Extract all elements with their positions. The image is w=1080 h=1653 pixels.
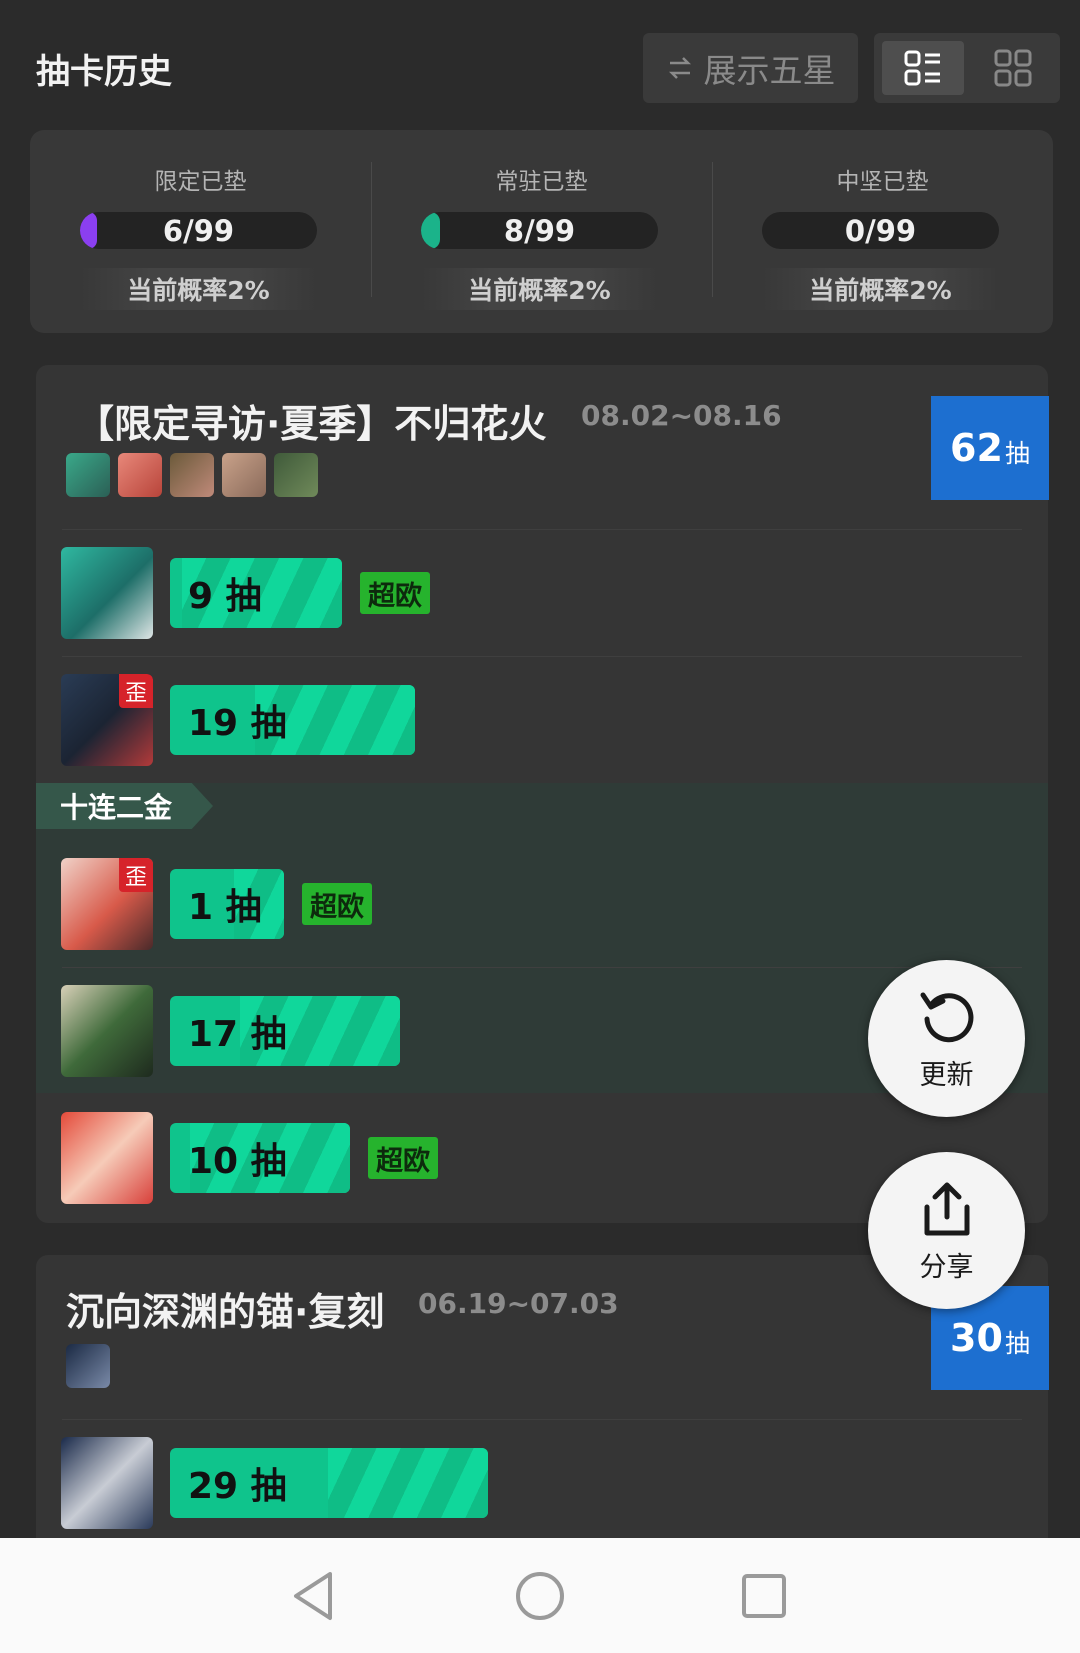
- banner-name: 沉向深渊的锚·复刻: [66, 1290, 385, 1334]
- pity-label: 常驻已垫: [495, 169, 588, 195]
- view-switch: [874, 33, 1060, 103]
- pull-row[interactable]: 29 抽: [36, 1420, 1048, 1546]
- pull-count-bar: 29 抽: [170, 1448, 488, 1518]
- character-thumbnail: [66, 453, 110, 497]
- total-pulls-badge: 62 抽: [931, 396, 1049, 500]
- recents-button[interactable]: [734, 1566, 794, 1626]
- character-thumbnail: [222, 453, 266, 497]
- page-title: 抽卡历史: [36, 52, 172, 92]
- off-banner-badge: 歪: [119, 674, 153, 708]
- pull-count: 29 抽: [188, 1466, 287, 1507]
- character-avatar: 歪: [61, 858, 153, 950]
- list-view-icon: [904, 50, 940, 86]
- swap-icon: [668, 57, 691, 79]
- home-icon: [516, 1572, 564, 1620]
- pull-count: 1 抽: [188, 887, 262, 928]
- pull-count-bar: 10 抽: [170, 1123, 350, 1193]
- pity-value: 8/99: [503, 213, 576, 248]
- pity-rate: 当前概率2%: [80, 268, 317, 310]
- list-view-button[interactable]: [882, 41, 964, 95]
- recents-icon: [742, 1574, 786, 1618]
- share-icon: [924, 1182, 969, 1236]
- refresh-button[interactable]: 更新: [868, 960, 1025, 1117]
- banner-card[interactable]: 沉向深渊的锚·复刻 06.19~07.03 30 抽 29 抽: [36, 1255, 1049, 1555]
- lucky-badge: 超欧: [360, 572, 430, 614]
- lucky-badge: 超欧: [302, 883, 372, 925]
- pity-limited: 限定已垫 6/99 当前概率2%: [30, 130, 371, 333]
- character-avatar: [61, 985, 153, 1077]
- character-thumbnail: [66, 1344, 110, 1388]
- total-pulls-unit: 抽: [1004, 1329, 1030, 1358]
- character-avatar: [61, 1112, 153, 1204]
- pity-progress-bar: 0/99: [762, 212, 999, 249]
- pull-row[interactable]: 9 抽 超欧: [36, 530, 1048, 656]
- character-avatar: [61, 547, 153, 639]
- show-five-star-toggle[interactable]: 展示五星: [643, 33, 858, 103]
- total-pulls: 62: [950, 426, 1003, 470]
- pity-standard: 常驻已垫 8/99 当前概率2%: [371, 130, 712, 333]
- pull-count-bar: 1 抽: [170, 869, 284, 939]
- character-thumbnail: [170, 453, 214, 497]
- banner-dates: 06.19~07.03: [418, 1287, 619, 1320]
- pull-row[interactable]: 歪 1 抽 超欧: [36, 841, 1048, 967]
- pity-rate: 当前概率2%: [762, 268, 999, 310]
- pity-rate: 当前概率2%: [421, 268, 658, 310]
- pull-count: 9 抽: [188, 576, 262, 617]
- refresh-label: 更新: [919, 1060, 974, 1091]
- pity-label: 中坚已垫: [836, 169, 929, 195]
- pull-count: 17 抽: [188, 1014, 287, 1055]
- multi-gold-tag: 十连二金: [36, 783, 213, 829]
- pull-row[interactable]: 歪 19 抽: [36, 657, 1048, 783]
- pull-count: 19 抽: [188, 703, 287, 744]
- share-label: 分享: [919, 1252, 974, 1283]
- pity-progress-bar: 6/99: [80, 212, 317, 249]
- pity-label: 限定已垫: [154, 169, 247, 195]
- show-five-star-label: 展示五星: [703, 51, 836, 90]
- off-banner-badge: 歪: [119, 858, 153, 892]
- system-nav-bar: [0, 1538, 1080, 1653]
- pull-count: 10 抽: [188, 1141, 287, 1182]
- character-avatar: 歪: [61, 674, 153, 766]
- character-avatar: [61, 1437, 153, 1529]
- pity-core: 中坚已垫 0/99 当前概率2%: [712, 130, 1053, 333]
- grid-view-button[interactable]: [974, 41, 1052, 95]
- refresh-icon: [920, 992, 973, 1043]
- pity-value: 0/99: [844, 213, 917, 248]
- pull-count-bar: 17 抽: [170, 996, 400, 1066]
- lucky-badge: 超欧: [368, 1137, 438, 1179]
- back-button[interactable]: [284, 1566, 344, 1626]
- total-pulls: 30: [950, 1316, 1003, 1360]
- pity-progress-bar: 8/99: [421, 212, 658, 249]
- banner-name: 【限定寻访·夏季】不归花火: [76, 402, 547, 446]
- character-thumbnail: [274, 453, 318, 497]
- banner-dates: 08.02~08.16: [581, 399, 782, 432]
- pity-value: 6/99: [162, 213, 235, 248]
- share-button[interactable]: 分享: [868, 1152, 1025, 1309]
- back-icon: [294, 1572, 332, 1620]
- home-button[interactable]: [510, 1566, 570, 1626]
- pull-count-bar: 9 抽: [170, 558, 342, 628]
- grid-view-icon: [994, 49, 1032, 87]
- pity-summary-card: 限定已垫 6/99 当前概率2% 常驻已垫 8/99 当前概率2% 中坚已垫 0…: [30, 130, 1053, 333]
- pull-count-bar: 19 抽: [170, 685, 415, 755]
- total-pulls-unit: 抽: [1004, 439, 1030, 468]
- character-thumbnail: [118, 453, 162, 497]
